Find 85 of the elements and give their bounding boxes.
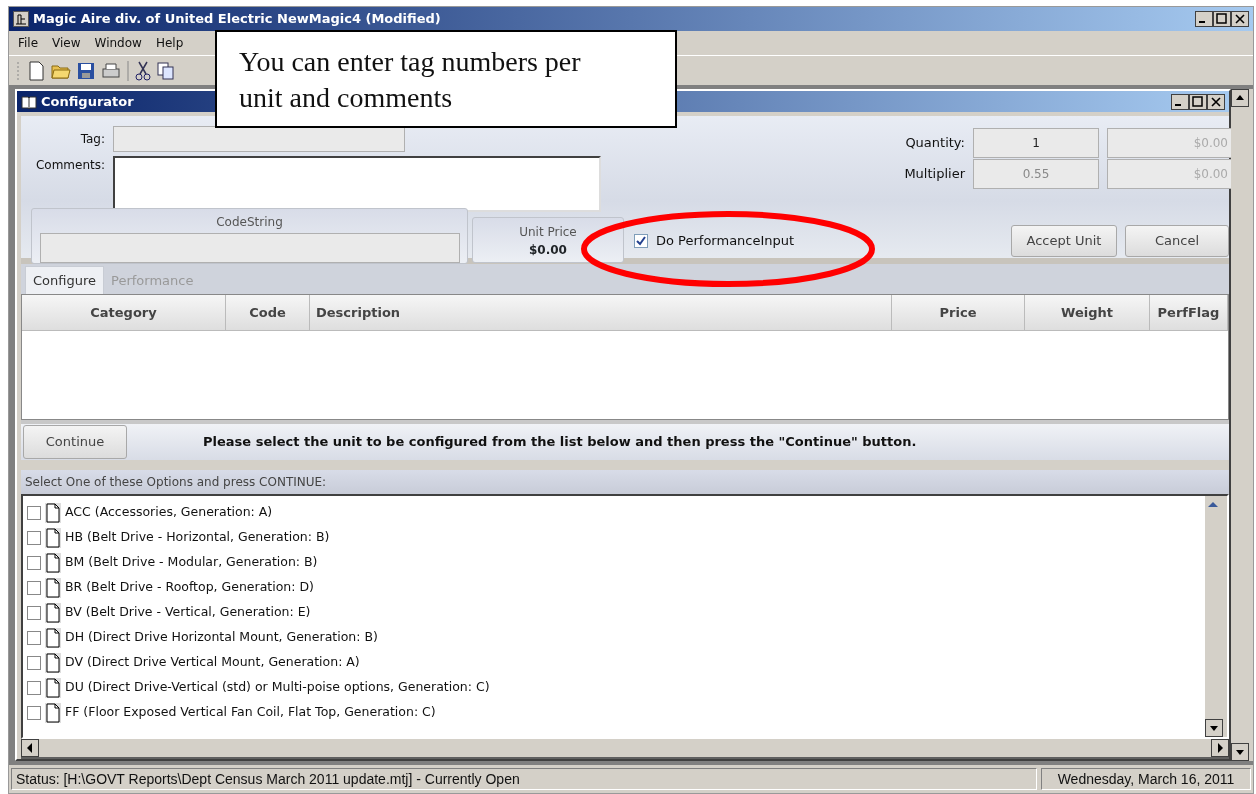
tab[interactable]: Configure (25, 265, 104, 294)
total-field: $0.00 (1107, 159, 1233, 189)
document-icon (45, 552, 61, 573)
option-label[interactable]: BV (Belt Drive - Vertical, Generation: E) (65, 603, 311, 622)
save-icon[interactable] (77, 61, 95, 80)
scroll-down-icon[interactable] (1205, 719, 1223, 737)
comments-field[interactable] (113, 156, 601, 212)
unit-price-value: $0.00 (529, 242, 567, 259)
cut-icon[interactable] (135, 60, 151, 81)
copy-icon[interactable] (157, 61, 175, 80)
document-icon (45, 602, 61, 623)
scrollbar[interactable] (1205, 496, 1227, 737)
scroll-right-icon[interactable] (1211, 739, 1229, 757)
toolbar-separator-icon (127, 59, 129, 82)
dialog-button[interactable]: Accept Unit (1011, 225, 1117, 257)
maximize-icon[interactable] (1189, 93, 1207, 110)
scroll-down-icon[interactable] (1231, 743, 1249, 761)
column-header[interactable]: Description (310, 295, 892, 330)
instruction-text: Please select the unit to be configured from the list below and then press the "Continue" button. (203, 433, 917, 452)
minimize-icon[interactable] (1171, 93, 1189, 110)
document-icon (45, 627, 61, 648)
app-icon (13, 11, 29, 27)
tag-field[interactable] (113, 126, 405, 152)
checkbox[interactable] (27, 605, 41, 620)
menu-item[interactable]: Window (87, 32, 149, 54)
scroll-up-icon[interactable] (1231, 89, 1249, 107)
quantity-field[interactable]: 1 (973, 127, 1099, 158)
checkbox[interactable] (27, 530, 41, 545)
checkbox-label: Do PerformanceInput (656, 232, 795, 251)
option-label[interactable]: DH (Direct Drive Horizontal Mount, Generation: B) (65, 628, 378, 647)
field-label: Quantity: (904, 133, 965, 152)
status-date: Wednesday, March 16, 2011 (1041, 768, 1251, 790)
field-label: Tag: (79, 131, 106, 148)
option-label[interactable]: BM (Belt Drive - Modular, Generation: B) (65, 553, 318, 572)
continue-button[interactable]: Continue (23, 425, 127, 459)
window-title: Configurator (41, 92, 134, 111)
group-label: Unit Price (519, 224, 577, 241)
scrollbar[interactable] (1231, 89, 1253, 761)
close-icon[interactable] (1231, 11, 1249, 27)
scroll-left-icon[interactable] (21, 739, 39, 757)
column-header[interactable]: Category (22, 295, 226, 330)
annotation-tooltip: You can enter tag numbers per unit and comments (215, 30, 677, 128)
menu-item[interactable]: File (11, 32, 46, 54)
print-icon[interactable] (101, 61, 121, 80)
option-label[interactable]: ACC (Accessories, Generation: A) (65, 503, 273, 522)
menu-item[interactable]: Help (148, 32, 191, 54)
book-icon (21, 94, 37, 109)
options-header: Select One of these Options and press CONTINUE: (21, 470, 1229, 494)
document-icon (45, 677, 61, 698)
dialog-button[interactable]: Cancel (1125, 225, 1229, 257)
document-icon (45, 502, 61, 523)
document-icon (45, 527, 61, 548)
document-icon (45, 702, 61, 723)
document-icon (45, 652, 61, 673)
checkbox[interactable] (27, 705, 41, 720)
group-label: CodeString (216, 214, 283, 231)
checkbox[interactable] (27, 630, 41, 645)
toolbar-grip-icon (17, 59, 21, 82)
option-label[interactable]: DU (Direct Drive-Vertical (std) or Multi-poise options, Generation: C) (65, 678, 490, 697)
checkbox[interactable] (634, 234, 648, 248)
option-label[interactable]: HB (Belt Drive - Horizontal, Generation: B) (65, 528, 330, 547)
new-file-icon[interactable] (27, 60, 45, 81)
checkbox[interactable] (27, 655, 41, 670)
column-header[interactable]: Weight (1025, 295, 1150, 330)
column-header[interactable]: PerfFlag (1150, 295, 1228, 330)
maximize-icon[interactable] (1213, 11, 1231, 27)
option-label[interactable]: BR (Belt Drive - Rooftop, Generation: D) (65, 578, 314, 597)
scrollbar[interactable] (21, 739, 1229, 759)
total-field: $0.00 (1107, 127, 1233, 158)
column-header[interactable]: Price (892, 295, 1025, 330)
checkbox[interactable] (27, 680, 41, 695)
minimize-icon[interactable] (1195, 11, 1213, 27)
document-icon (45, 577, 61, 598)
option-label[interactable]: FF (Floor Exposed Vertical Fan Coil, Flat Top, Generation: C) (65, 703, 436, 722)
window-title: Magic Aire div. of United Electric NewMagic4 (Modified) (33, 10, 441, 29)
field-label: Multiplier (903, 165, 965, 184)
status-text: Status: [H:\GOVT Reports\Dept Census March 2011 update.mtj] - Currently Open (11, 768, 1037, 790)
checkbox[interactable] (27, 555, 41, 570)
column-header[interactable]: Code (226, 295, 310, 330)
checkbox[interactable] (27, 580, 41, 595)
option-label[interactable]: DV (Direct Drive Vertical Mount, Generation: A) (65, 653, 360, 672)
menu-item[interactable]: View (45, 32, 88, 54)
close-icon[interactable] (1207, 93, 1225, 110)
field-label: Comments: (34, 157, 106, 174)
checkbox[interactable] (27, 505, 41, 520)
